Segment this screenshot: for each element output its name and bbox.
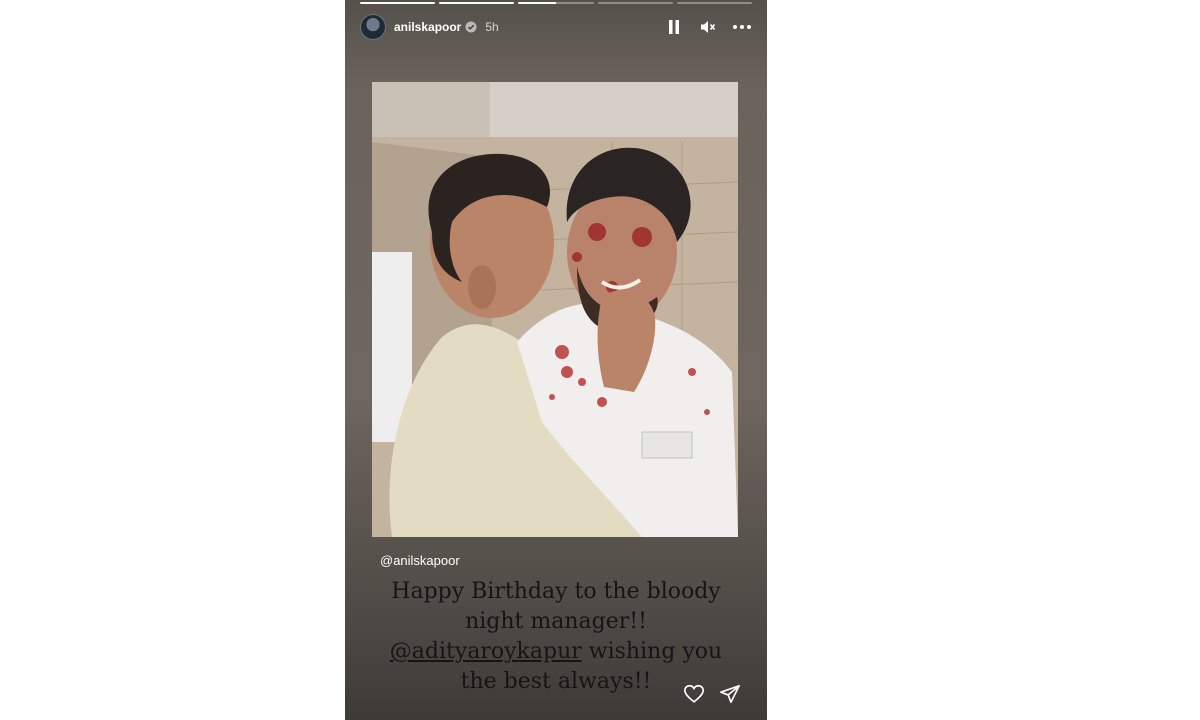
progress-segment bbox=[518, 2, 594, 4]
caption-mention-link[interactable]: @adityaroykapur bbox=[390, 639, 582, 664]
photo-illustration bbox=[372, 82, 738, 537]
more-options-button[interactable] bbox=[732, 17, 752, 37]
caption-line: night manager!! bbox=[465, 609, 647, 634]
story-viewer: anilskapoor 5h @anilskapoor Happy Birthd… bbox=[345, 0, 767, 720]
story-photo bbox=[372, 82, 738, 537]
verified-badge-icon bbox=[465, 21, 477, 33]
story-progress-bar bbox=[360, 2, 753, 4]
pause-button[interactable] bbox=[664, 17, 684, 37]
more-icon bbox=[733, 25, 751, 29]
username-link[interactable]: anilskapoor bbox=[394, 20, 461, 34]
progress-segment bbox=[676, 2, 753, 4]
pause-icon bbox=[669, 20, 679, 34]
story-actions bbox=[683, 683, 741, 705]
mention-sticker[interactable]: @anilskapoor bbox=[380, 553, 460, 568]
caption-line: Happy Birthday to the bloody bbox=[391, 579, 721, 604]
mute-icon bbox=[701, 21, 716, 33]
progress-segment bbox=[439, 2, 515, 4]
progress-segment bbox=[360, 2, 436, 4]
progress-segment bbox=[597, 2, 673, 4]
share-icon[interactable] bbox=[719, 683, 741, 705]
caption-line: @adityaroykapur wishing you bbox=[360, 637, 752, 667]
mute-button[interactable] bbox=[698, 17, 718, 37]
heart-icon[interactable] bbox=[683, 683, 705, 705]
caption-line-rest: wishing you bbox=[581, 639, 723, 664]
story-caption: Happy Birthday to the bloody night manag… bbox=[360, 577, 752, 697]
avatar[interactable] bbox=[360, 14, 386, 40]
story-header: anilskapoor 5h bbox=[360, 14, 752, 40]
post-time: 5h bbox=[485, 20, 499, 34]
